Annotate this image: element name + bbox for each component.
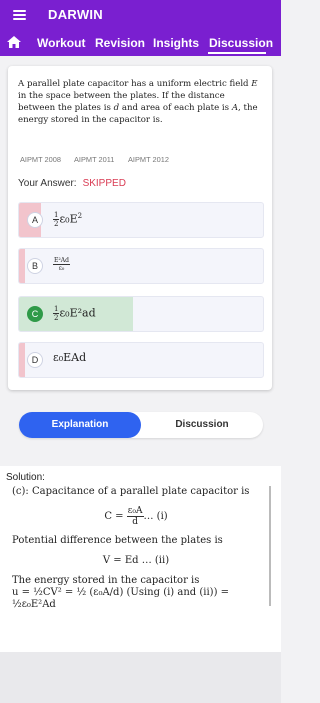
- app-title: DARWIN: [48, 7, 103, 22]
- tab-discussion[interactable]: Discussion: [209, 36, 273, 50]
- app-bar: DARWIN Workout Revision Insights Discuss…: [0, 0, 281, 56]
- potential-equation: V = Ed … (ii): [102, 555, 170, 566]
- option-b-percentage-fill: [19, 249, 25, 283]
- question-text: A parallel plate capacitor has a uniform…: [18, 79, 258, 125]
- scrollbar[interactable]: [269, 486, 271, 606]
- tab-workout[interactable]: Workout: [37, 36, 85, 50]
- option-c[interactable]: C 1 2 ε₀E²ad: [18, 296, 264, 332]
- home-icon[interactable]: [7, 36, 21, 48]
- explanation-button[interactable]: Explanation: [19, 412, 141, 438]
- option-d[interactable]: D ε₀EAd: [18, 342, 264, 378]
- your-answer-label: Your Answer:: [18, 178, 77, 189]
- option-b[interactable]: B E²Ad ε₀: [18, 248, 264, 284]
- solution-line: (c): Capacitance of a parallel plate cap…: [12, 486, 250, 497]
- option-d-percentage-fill: [19, 343, 25, 377]
- option-letter-badge: C: [27, 306, 43, 322]
- solution-panel: Solution: (c): Capacitance of a parallel…: [0, 466, 281, 652]
- tab-revision[interactable]: Revision: [95, 36, 145, 50]
- solution-label: Solution:: [6, 472, 45, 483]
- exam-tag: AIPMT 2008: [20, 155, 61, 164]
- solution-body: (c): Capacitance of a parallel plate cap…: [12, 486, 260, 611]
- discussion-button[interactable]: Discussion: [141, 412, 263, 438]
- title-row: DARWIN: [0, 0, 281, 30]
- active-tab-indicator: [208, 52, 266, 54]
- solution-line: ½ε₀E²Ad: [12, 599, 56, 610]
- exam-tag: AIPMT 2012: [128, 155, 169, 164]
- answer-status: SKIPPED: [82, 178, 126, 189]
- option-letter-badge: D: [27, 352, 43, 368]
- option-b-text: E²Ad ε₀: [53, 257, 70, 272]
- bottom-area: [0, 652, 281, 703]
- solution-line: Potential difference between the plates …: [12, 535, 223, 546]
- solution-line: u = ½CV² = ½ (ε₀A/d) (Using (i) and (ii)…: [12, 587, 230, 598]
- option-a[interactable]: A 1 2 ε₀E2: [18, 202, 264, 238]
- option-a-text: 1 2 ε₀E2: [53, 211, 83, 228]
- nav-tabs: Workout Revision Insights Discussion: [0, 30, 281, 54]
- option-d-text: ε₀EAd: [53, 351, 87, 364]
- question-card: A parallel plate capacitor has a uniform…: [8, 66, 272, 390]
- solution-line: The energy stored in the capacitor is: [12, 575, 200, 586]
- tab-insights[interactable]: Insights: [153, 36, 199, 50]
- exam-tag: AIPMT 2011: [74, 155, 115, 164]
- capacitance-equation: C = ε₀A d… (i): [104, 506, 168, 527]
- option-c-text: 1 2 ε₀E²ad: [53, 305, 96, 322]
- explanation-discussion-toggle: Explanation Discussion: [19, 412, 263, 438]
- option-letter-badge: A: [27, 212, 43, 228]
- your-answer: Your Answer: SKIPPED: [18, 178, 126, 189]
- option-letter-badge: B: [27, 258, 43, 274]
- hamburger-menu-icon[interactable]: [13, 10, 26, 20]
